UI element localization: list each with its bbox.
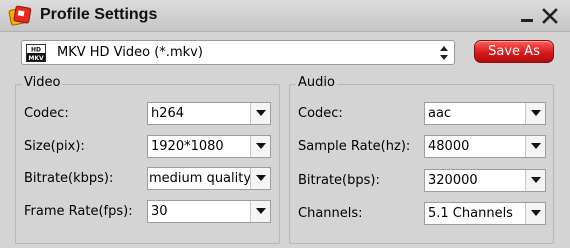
minimize-icon[interactable] <box>517 6 537 26</box>
video-size-label: Size(pix): <box>24 139 85 154</box>
audio-bitrate-label: Bitrate(bps): <box>298 173 380 188</box>
video-framerate-select[interactable]: 30 <box>147 200 271 223</box>
chevron-down-icon <box>525 136 545 157</box>
video-framerate-label: Frame Rate(fps): <box>24 204 133 219</box>
chevron-down-icon <box>250 103 270 124</box>
video-bitrate-label: Bitrate(kbps): <box>24 171 114 186</box>
profile-select-value: MKV HD Video (*.mkv) <box>57 45 203 60</box>
close-icon[interactable] <box>540 6 560 26</box>
mkv-format-icon: HD MKV <box>26 44 46 62</box>
video-codec-select[interactable]: h264 <box>147 102 271 125</box>
video-bitrate-select[interactable]: medium quality <box>147 167 271 190</box>
video-group-title: Video <box>22 75 63 90</box>
dialog-body: HD MKV MKV HD Video (*.mkv) Save As Vide… <box>0 33 570 248</box>
app-logo-icon <box>8 5 32 26</box>
audio-bitrate-value: 320000 <box>428 173 478 188</box>
chevron-down-icon <box>525 203 545 224</box>
audio-channels-value: 5.1 Channels <box>428 206 513 221</box>
profile-select[interactable]: HD MKV MKV HD Video (*.mkv) <box>21 40 455 65</box>
video-bitrate-value: medium quality <box>149 171 252 186</box>
audio-group-title: Audio <box>296 75 337 90</box>
chevron-down-icon <box>250 136 270 157</box>
chevron-down-icon <box>525 103 545 124</box>
audio-codec-select[interactable]: aac <box>424 102 546 125</box>
svg-text:HD: HD <box>31 47 41 54</box>
save-as-button[interactable]: Save As <box>474 40 554 63</box>
window-title: Profile Settings <box>40 6 158 23</box>
video-framerate-value: 30 <box>151 204 168 219</box>
video-codec-value: h264 <box>151 106 185 121</box>
chevron-down-icon <box>250 201 270 222</box>
mkv-icon-text: MKV <box>28 55 44 62</box>
video-size-value: 1920*1080 <box>151 139 224 154</box>
audio-codec-value: aac <box>428 106 452 121</box>
chevron-down-icon <box>250 168 270 189</box>
audio-channels-label: Channels: <box>298 206 363 221</box>
up-down-arrows-icon <box>440 46 448 60</box>
video-size-select[interactable]: 1920*1080 <box>147 135 271 158</box>
audio-bitrate-select[interactable]: 320000 <box>424 169 546 192</box>
chevron-down-icon <box>525 170 545 191</box>
audio-samplerate-select[interactable]: 48000 <box>424 135 546 158</box>
audio-samplerate-value: 48000 <box>428 139 470 154</box>
video-codec-label: Codec: <box>24 106 69 121</box>
audio-codec-label: Codec: <box>298 106 343 121</box>
title-bar: Profile Settings <box>0 0 570 32</box>
audio-samplerate-label: Sample Rate(hz): <box>298 139 411 154</box>
audio-channels-select[interactable]: 5.1 Channels <box>424 202 546 225</box>
